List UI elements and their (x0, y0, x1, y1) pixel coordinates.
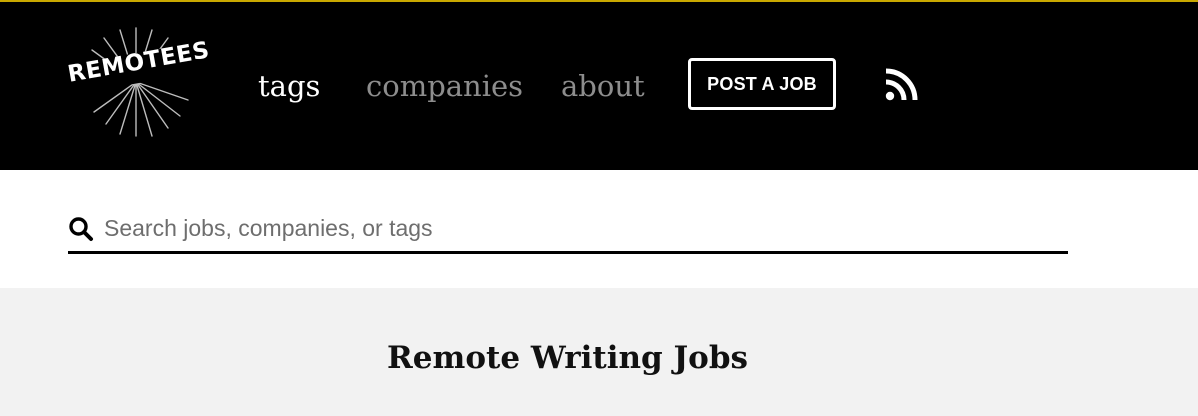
nav-about[interactable]: about (561, 66, 645, 106)
site-logo[interactable]: REMOTEES (60, 24, 220, 142)
post-a-job-button[interactable]: POST A JOB (688, 58, 836, 110)
page-title: Remote Writing Jobs (387, 340, 748, 376)
search-icon (69, 217, 93, 241)
nav-tags[interactable]: tags (258, 66, 320, 106)
rss-icon[interactable] (884, 68, 918, 102)
search-input[interactable] (104, 208, 1064, 248)
search-section (0, 170, 1198, 288)
search-bar (68, 208, 1068, 254)
main-content: Remote Writing Jobs (0, 288, 1198, 416)
site-header: REMOTEES tags companies about POST A JOB (0, 0, 1198, 170)
nav-companies[interactable]: companies (366, 66, 523, 106)
